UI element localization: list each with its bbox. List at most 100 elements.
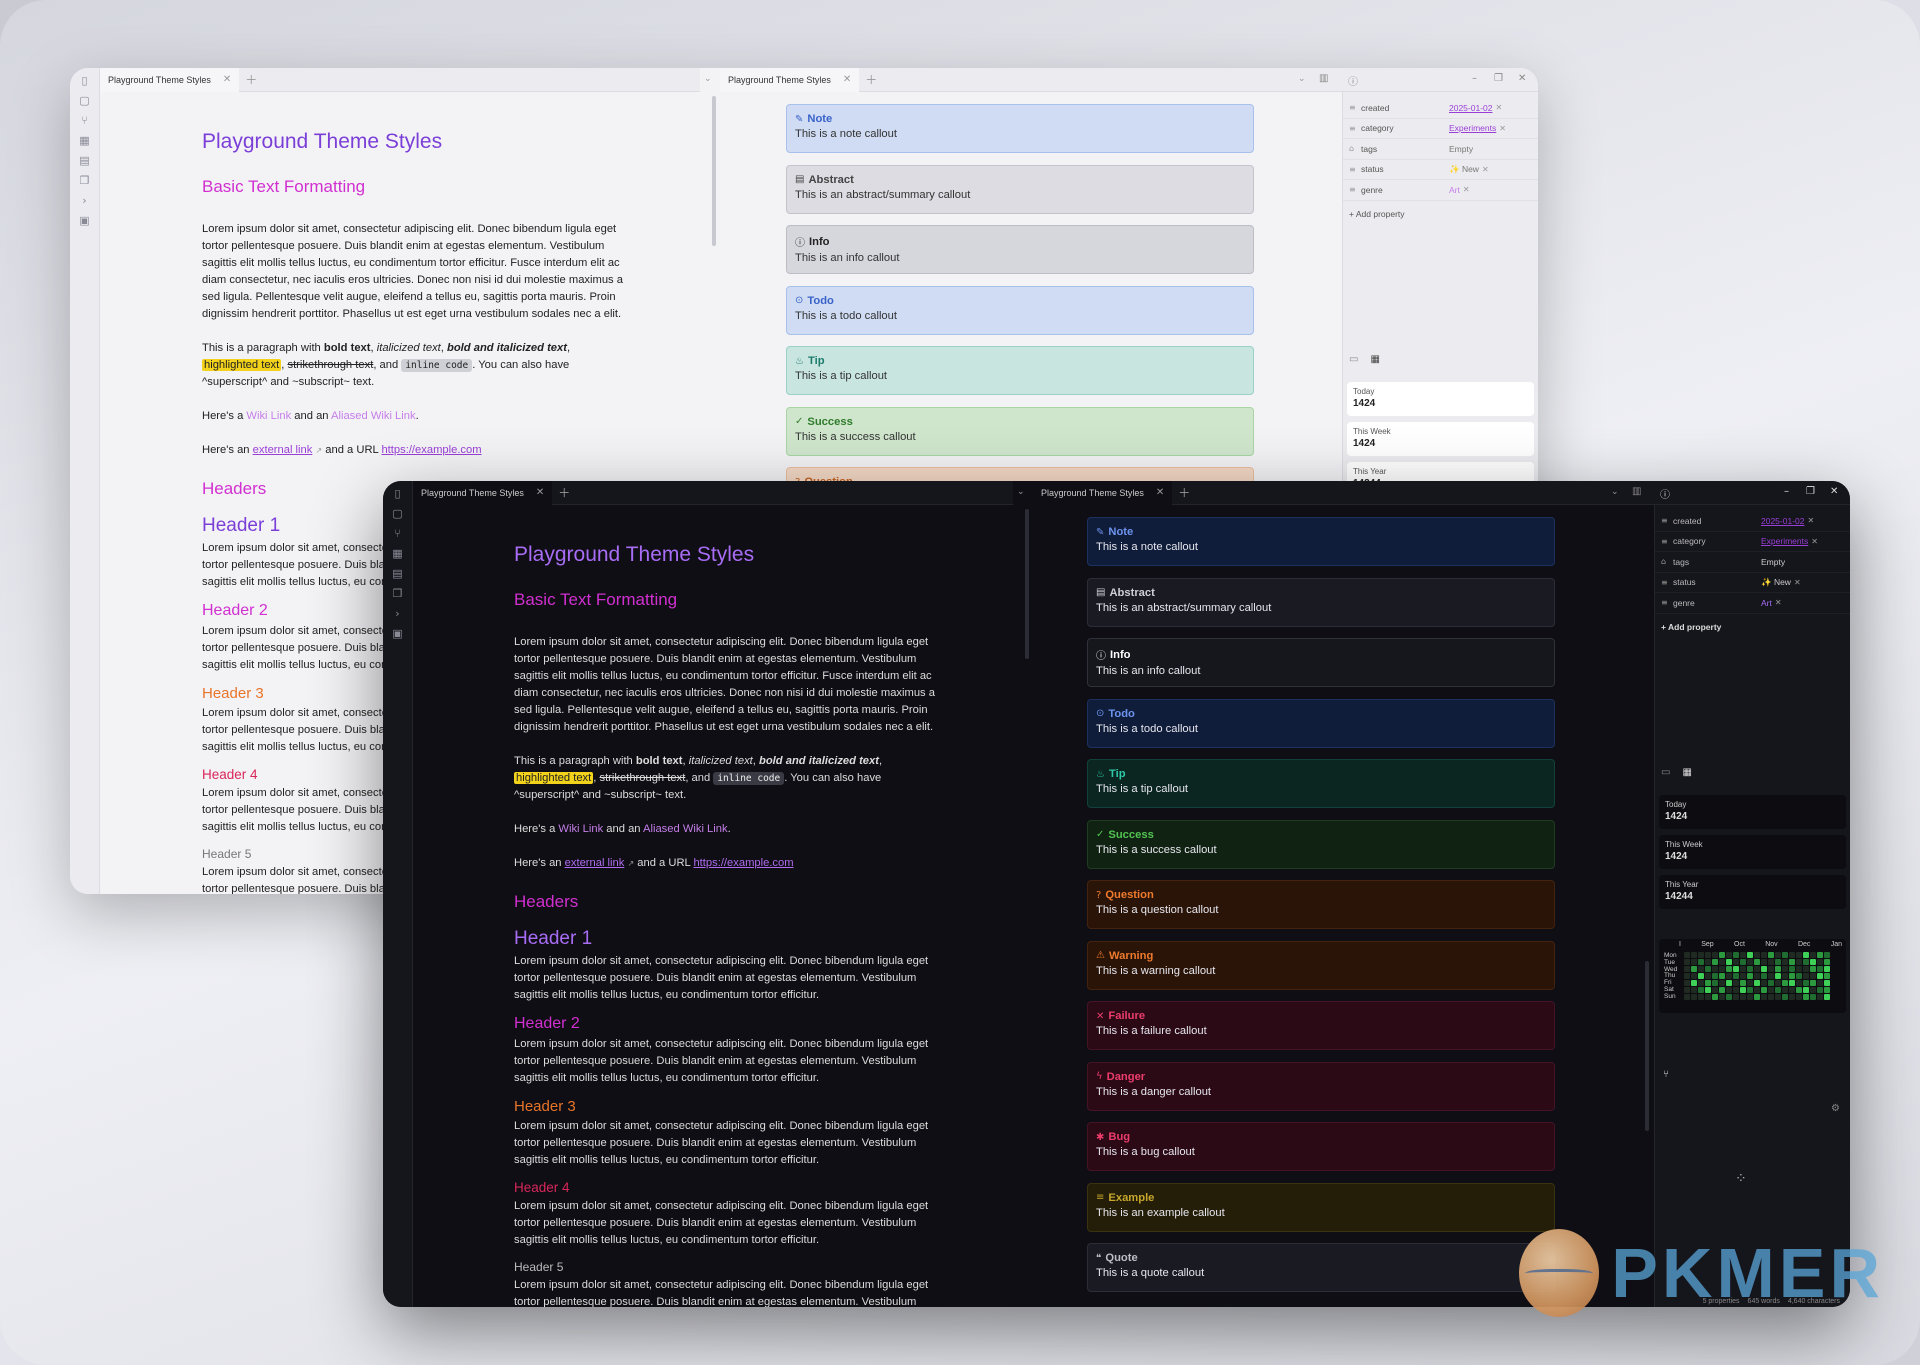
heatmap-cell[interactable] xyxy=(1803,987,1809,993)
callout-quote[interactable]: ❝ Quote This is a quote callout xyxy=(1087,1243,1555,1292)
heatmap-cell[interactable] xyxy=(1789,966,1795,972)
remove-value-icon[interactable]: ✕ xyxy=(1482,165,1489,174)
heatmap-cell[interactable] xyxy=(1775,994,1781,1000)
heatmap-cell[interactable] xyxy=(1796,987,1802,993)
heatmap-cell[interactable] xyxy=(1719,952,1725,958)
calendar-icon[interactable]: ▤ xyxy=(78,154,92,168)
terminal-icon[interactable]: › xyxy=(391,607,405,621)
external-link[interactable]: external link xyxy=(565,857,625,869)
heatmap-cell[interactable] xyxy=(1705,994,1711,1000)
heatmap-cell[interactable] xyxy=(1726,966,1732,972)
heatmap-cell[interactable] xyxy=(1803,994,1809,1000)
heatmap-cell[interactable] xyxy=(1684,959,1690,965)
tab-playground-right[interactable]: Playground Theme Styles ✕ xyxy=(720,68,860,92)
heatmap-cell[interactable] xyxy=(1761,959,1767,965)
callout-todo[interactable]: ⊙ Todo This is a todo callout xyxy=(1087,698,1555,748)
heatmap-cell[interactable] xyxy=(1740,987,1746,993)
heatmap-cell[interactable] xyxy=(1726,987,1732,993)
heatmap-cell[interactable] xyxy=(1691,980,1697,986)
close-icon[interactable]: ✕ xyxy=(1156,487,1164,498)
url-link[interactable]: https://example.com xyxy=(381,444,481,456)
heatmap-cell[interactable] xyxy=(1740,959,1746,965)
heatmap-cell[interactable] xyxy=(1768,959,1774,965)
heatmap-cell[interactable] xyxy=(1817,980,1823,986)
heatmap-cell[interactable] xyxy=(1705,959,1711,965)
heatmap-cell[interactable] xyxy=(1824,973,1830,979)
property-value[interactable]: Art xyxy=(1761,598,1772,608)
heatmap-cell[interactable] xyxy=(1684,952,1690,958)
heatmap-cell[interactable] xyxy=(1733,952,1739,958)
heatmap-cell[interactable] xyxy=(1817,987,1823,993)
heatmap-cell[interactable] xyxy=(1817,966,1823,972)
property-value[interactable]: Empty xyxy=(1761,557,1785,567)
heatmap-cell[interactable] xyxy=(1782,966,1788,972)
heatmap-cell[interactable] xyxy=(1684,980,1690,986)
heatmap-cell[interactable] xyxy=(1712,994,1718,1000)
restore-icon[interactable]: ❐ xyxy=(1806,486,1815,497)
heatmap-cell[interactable] xyxy=(1824,994,1830,1000)
graph-icon[interactable]: ⑂ xyxy=(78,114,92,128)
heatmap-cell[interactable] xyxy=(1768,966,1774,972)
callout-note[interactable]: ✎ Note This is a note callout xyxy=(786,104,1254,153)
files-icon[interactable]: ▢ xyxy=(391,507,405,521)
new-tab-icon[interactable]: ＋ xyxy=(1178,484,1190,501)
external-link[interactable]: external link xyxy=(253,444,313,456)
heatmap-cell[interactable] xyxy=(1782,973,1788,979)
callout-abstract[interactable]: ▤ Abstract This is an abstract/summary cal… xyxy=(786,164,1254,214)
heatmap-cell[interactable] xyxy=(1824,959,1830,965)
heatmap-cell[interactable] xyxy=(1719,994,1725,1000)
property-value[interactable]: Experiments xyxy=(1449,123,1496,133)
heatmap-cell[interactable] xyxy=(1712,959,1718,965)
heatmap-cell[interactable] xyxy=(1796,959,1802,965)
heatmap-cell[interactable] xyxy=(1726,973,1732,979)
heatmap-cell[interactable] xyxy=(1803,980,1809,986)
graph-icon[interactable]: ⑂ xyxy=(391,527,405,541)
remove-value-icon[interactable]: ✕ xyxy=(1775,598,1782,607)
heatmap-cell[interactable] xyxy=(1824,952,1830,958)
heatmap-cell[interactable] xyxy=(1810,973,1816,979)
property-category[interactable]: ≡ category Experiments ✕ xyxy=(1655,532,1850,552)
heatmap-cell[interactable] xyxy=(1684,973,1690,979)
heatmap-cell[interactable] xyxy=(1740,994,1746,1000)
heatmap-cell[interactable] xyxy=(1796,966,1802,972)
heatmap-cell[interactable] xyxy=(1775,973,1781,979)
close-icon[interactable]: ✕ xyxy=(536,487,544,498)
new-tab-icon[interactable]: ＋ xyxy=(245,71,257,88)
heatmap-cell[interactable] xyxy=(1782,952,1788,958)
terminal-icon[interactable]: › xyxy=(78,194,92,208)
heatmap-cell[interactable] xyxy=(1789,973,1795,979)
heatmap-cell[interactable] xyxy=(1712,952,1718,958)
heatmap-cell[interactable] xyxy=(1810,994,1816,1000)
property-category[interactable]: ≡ category Experiments ✕ xyxy=(1343,119,1538,139)
canvas-icon[interactable]: ▦ xyxy=(391,547,405,561)
callout-note[interactable]: ✎ Note This is a note callout xyxy=(1087,517,1555,566)
tab-playground-right[interactable]: Playground Theme Styles ✕ xyxy=(1033,481,1173,505)
heatmap-cell[interactable] xyxy=(1761,980,1767,986)
callout-bug[interactable]: ✱ Bug This is a bug callout xyxy=(1087,1122,1555,1171)
callout-tip[interactable]: ♨ Tip This is a tip callout xyxy=(1087,759,1555,808)
sidebar-toggle-icon[interactable]: ▯ xyxy=(78,74,92,88)
url-link[interactable]: https://example.com xyxy=(693,857,793,869)
close-icon[interactable]: ✕ xyxy=(223,74,231,85)
heatmap-cell[interactable] xyxy=(1712,987,1718,993)
heatmap-cell[interactable] xyxy=(1768,994,1774,1000)
heatmap-cell[interactable] xyxy=(1824,966,1830,972)
restore-icon[interactable]: ❐ xyxy=(1494,73,1503,84)
archive-icon[interactable]: ▭ xyxy=(1661,767,1670,778)
gear-icon[interactable]: ⚙ xyxy=(1831,1103,1840,1114)
graph-icon[interactable]: ⑂ xyxy=(1663,1069,1669,1080)
remove-value-icon[interactable]: ✕ xyxy=(1495,103,1502,112)
heatmap-cell[interactable] xyxy=(1768,973,1774,979)
heatmap-cell[interactable] xyxy=(1691,952,1697,958)
heatmap-cell[interactable] xyxy=(1754,952,1760,958)
heatmap-cell[interactable] xyxy=(1705,980,1711,986)
property-value[interactable]: 2025-01-02 xyxy=(1761,516,1804,526)
heatmap-cell[interactable] xyxy=(1733,980,1739,986)
scrollbar[interactable] xyxy=(1025,509,1029,659)
heatmap-cell[interactable] xyxy=(1754,987,1760,993)
heatmap-cell[interactable] xyxy=(1754,973,1760,979)
remove-value-icon[interactable]: ✕ xyxy=(1811,537,1818,546)
chevron-down-icon[interactable]: ⌄ xyxy=(1017,487,1025,497)
heatmap-cell[interactable] xyxy=(1698,980,1704,986)
property-created[interactable]: ≡ created 2025-01-02 ✕ xyxy=(1343,98,1538,119)
